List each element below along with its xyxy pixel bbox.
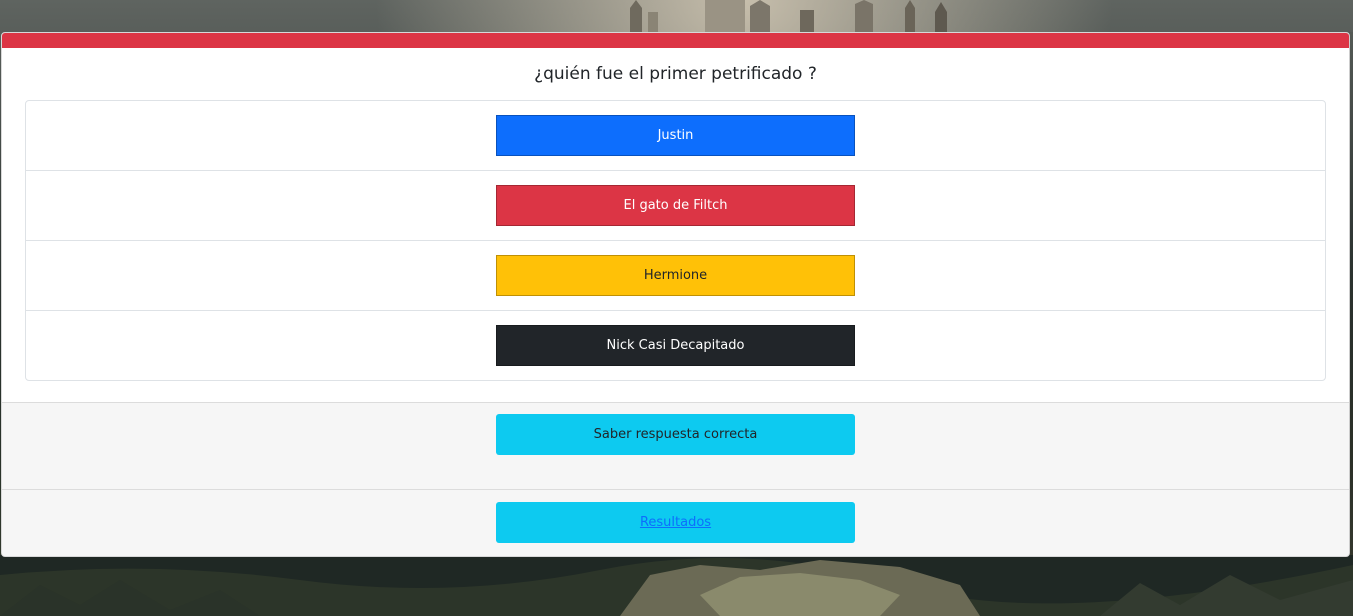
forest-cliff-scenery <box>0 555 1353 616</box>
answer-button-hermione[interactable]: Hermione <box>496 255 855 296</box>
list-item: Hermione <box>26 241 1325 311</box>
card-header-bar <box>2 33 1349 48</box>
answer-list: Justin El gato de Filtch Hermione Nick C… <box>25 100 1326 381</box>
reveal-answer-button[interactable]: Saber respuesta correcta <box>496 414 855 455</box>
quiz-card: ¿quién fue el primer petrificado ? Justi… <box>1 32 1350 557</box>
scrollbar[interactable] <box>1349 32 1353 555</box>
reveal-answer-section: Saber respuesta correcta <box>2 402 1349 490</box>
list-item: Nick Casi Decapitado <box>26 311 1325 380</box>
answer-button-justin[interactable]: Justin <box>496 115 855 156</box>
results-section: Resultados <box>2 489 1349 556</box>
answer-button-nick[interactable]: Nick Casi Decapitado <box>496 325 855 366</box>
castle-silhouette <box>630 0 947 32</box>
results-link[interactable]: Resultados <box>640 515 711 530</box>
list-item: El gato de Filtch <box>26 171 1325 241</box>
list-item: Justin <box>26 101 1325 171</box>
results-button[interactable]: Resultados <box>496 502 855 543</box>
question-text: ¿quién fue el primer petrificado ? <box>534 64 817 84</box>
answer-button-gato-filtch[interactable]: El gato de Filtch <box>496 185 855 226</box>
